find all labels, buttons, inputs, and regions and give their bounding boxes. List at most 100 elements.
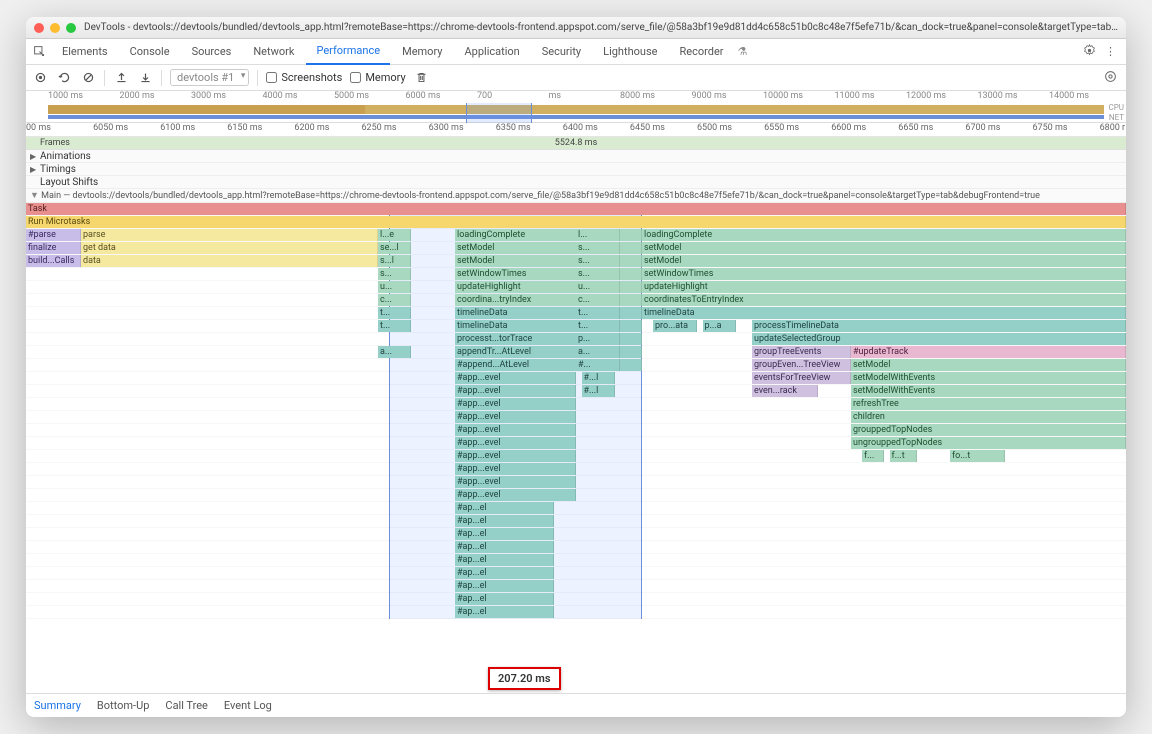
flame-block[interactable]: t... <box>378 320 411 332</box>
flame-block[interactable]: u... <box>378 281 411 293</box>
flame-block[interactable]: children <box>851 411 1126 423</box>
flame-block[interactable]: s... <box>378 268 411 280</box>
tab-lighthouse[interactable]: Lighthouse <box>593 39 667 65</box>
flame-block[interactable]: c... <box>576 294 620 306</box>
flame-block[interactable]: #app...evel <box>455 372 576 384</box>
flame-block[interactable]: grouppedTopNodes <box>851 424 1126 436</box>
screenshots-checkbox[interactable]: Screenshots <box>266 71 342 84</box>
flame-block[interactable]: #updateTrack <box>851 346 1126 358</box>
more-icon[interactable]: ⋮ <box>1101 45 1120 58</box>
flame-block[interactable]: updateSelectedGroup <box>752 333 1126 345</box>
flame-block[interactable]: #ap...el <box>455 580 554 592</box>
tab-application[interactable]: Application <box>454 39 529 65</box>
flame-block[interactable]: #app...evel <box>455 450 576 462</box>
flame-block[interactable]: #app...evel <box>455 476 576 488</box>
flame-block[interactable]: #parse <box>26 229 81 241</box>
reload-button[interactable] <box>56 70 72 86</box>
flame-block[interactable]: finalize <box>26 242 81 254</box>
download-button[interactable] <box>137 70 153 86</box>
flame-block[interactable]: #ap...el <box>455 593 554 605</box>
tab-console[interactable]: Console <box>120 39 180 65</box>
flame-block[interactable]: parse <box>81 229 378 241</box>
flame-block[interactable]: #app...evel <box>455 437 576 449</box>
flame-block[interactable]: u... <box>576 281 620 293</box>
flame-block[interactable]: build...Calls <box>26 255 81 267</box>
main-track-header[interactable]: ▼ Main — devtools://devtools/bundled/dev… <box>26 189 1126 203</box>
flame-block[interactable]: #ap...el <box>455 515 554 527</box>
flame-block[interactable]: #ap...el <box>455 528 554 540</box>
flame-block[interactable]: p...a <box>703 320 736 332</box>
flame-block[interactable]: ungrouppedTopNodes <box>851 437 1126 449</box>
flame-block[interactable]: setModel <box>642 242 1126 254</box>
flame-block[interactable]: groupTreeEvents <box>752 346 851 358</box>
layout-shifts-track[interactable]: Layout Shifts <box>26 176 1126 189</box>
flame-block[interactable]: eventsForTreeView <box>752 372 851 384</box>
flame-block[interactable]: #app...evel <box>455 424 576 436</box>
time-ruler[interactable]: 00 ms6050 ms6100 ms6150 ms6200 ms6250 ms… <box>26 123 1126 137</box>
maximize-icon[interactable] <box>66 23 76 33</box>
flame-block[interactable]: s... <box>576 255 620 267</box>
flame-block[interactable]: c... <box>378 294 411 306</box>
flame-block[interactable]: #...l <box>582 372 615 384</box>
flame-block[interactable]: se...l <box>378 242 411 254</box>
flame-block[interactable]: refreshTree <box>851 398 1126 410</box>
inspect-icon[interactable] <box>32 45 46 59</box>
flame-block[interactable]: even...rack <box>752 385 818 397</box>
details-tab-summary[interactable]: Summary <box>34 699 81 712</box>
flame-block[interactable]: #app...evel <box>455 411 576 423</box>
flame-block[interactable]: setModel <box>851 359 1126 371</box>
clear-button[interactable] <box>80 70 96 86</box>
details-tab-call-tree[interactable]: Call Tree <box>165 699 207 712</box>
trash-button[interactable] <box>414 70 430 86</box>
tab-network[interactable]: Network <box>243 39 304 65</box>
flame-block[interactable]: timelineData <box>642 307 1126 319</box>
flame-block[interactable]: t... <box>576 307 620 319</box>
tab-security[interactable]: Security <box>532 39 591 65</box>
tab-elements[interactable]: Elements <box>52 39 118 65</box>
flame-block[interactable]: loadingComplete <box>642 229 1126 241</box>
tab-recorder[interactable]: Recorder <box>669 39 733 65</box>
upload-button[interactable] <box>113 70 129 86</box>
flame-block[interactable]: coordinatesToEntryIndex <box>642 294 1126 306</box>
context-select[interactable]: devtools #1 <box>170 69 249 86</box>
settings-icon[interactable] <box>1083 44 1099 60</box>
close-icon[interactable] <box>34 23 44 33</box>
flame-block[interactable]: get data <box>81 242 378 254</box>
flame-microtasks[interactable]: Run Microtasks <box>26 216 1126 228</box>
overview-strip[interactable]: 1000 ms2000 ms3000 ms4000 ms5000 ms6000 … <box>26 91 1126 123</box>
flame-block[interactable]: l...e <box>378 229 411 241</box>
memory-checkbox[interactable]: Memory <box>350 71 405 84</box>
overview-selection[interactable] <box>466 103 532 123</box>
flame-block[interactable]: setModel <box>642 255 1126 267</box>
flame-block[interactable]: #...l <box>582 385 615 397</box>
flame-block[interactable]: f...t <box>890 450 918 462</box>
flame-block[interactable]: p... <box>576 333 620 345</box>
details-tab-bottom-up[interactable]: Bottom-Up <box>97 699 150 712</box>
flame-block[interactable]: #... <box>576 359 620 371</box>
minimize-icon[interactable] <box>50 23 60 33</box>
flame-block[interactable]: #ap...el <box>455 567 554 579</box>
flame-block[interactable]: #ap...el <box>455 541 554 553</box>
flame-block[interactable]: a... <box>576 346 620 358</box>
flame-block[interactable]: #ap...el <box>455 606 554 618</box>
flame-block[interactable]: data <box>81 255 378 267</box>
flame-block[interactable]: groupEven...TreeView <box>752 359 851 371</box>
flame-block[interactable]: updateHighlight <box>642 281 1126 293</box>
flame-block[interactable]: setModelWithEvents <box>851 372 1126 384</box>
flame-block[interactable]: #app...evel <box>455 385 576 397</box>
flame-block[interactable]: s... <box>576 242 620 254</box>
flame-block[interactable]: s...l <box>378 255 411 267</box>
tab-performance[interactable]: Performance <box>306 39 390 65</box>
flame-block[interactable]: #ap...el <box>455 502 554 514</box>
flame-block[interactable]: #app...evel <box>455 463 576 475</box>
flame-block[interactable]: #app...evel <box>455 398 576 410</box>
flame-block[interactable]: a... <box>378 346 411 358</box>
flame-block[interactable]: f... <box>862 450 884 462</box>
flame-block[interactable]: t... <box>378 307 411 319</box>
flame-block[interactable]: pro...ata <box>653 320 697 332</box>
tab-memory[interactable]: Memory <box>392 39 452 65</box>
flame-block[interactable]: #ap...el <box>455 554 554 566</box>
flame-block[interactable]: l... <box>576 229 620 241</box>
flame-block[interactable]: fo...t <box>950 450 1005 462</box>
record-button[interactable] <box>32 70 48 86</box>
